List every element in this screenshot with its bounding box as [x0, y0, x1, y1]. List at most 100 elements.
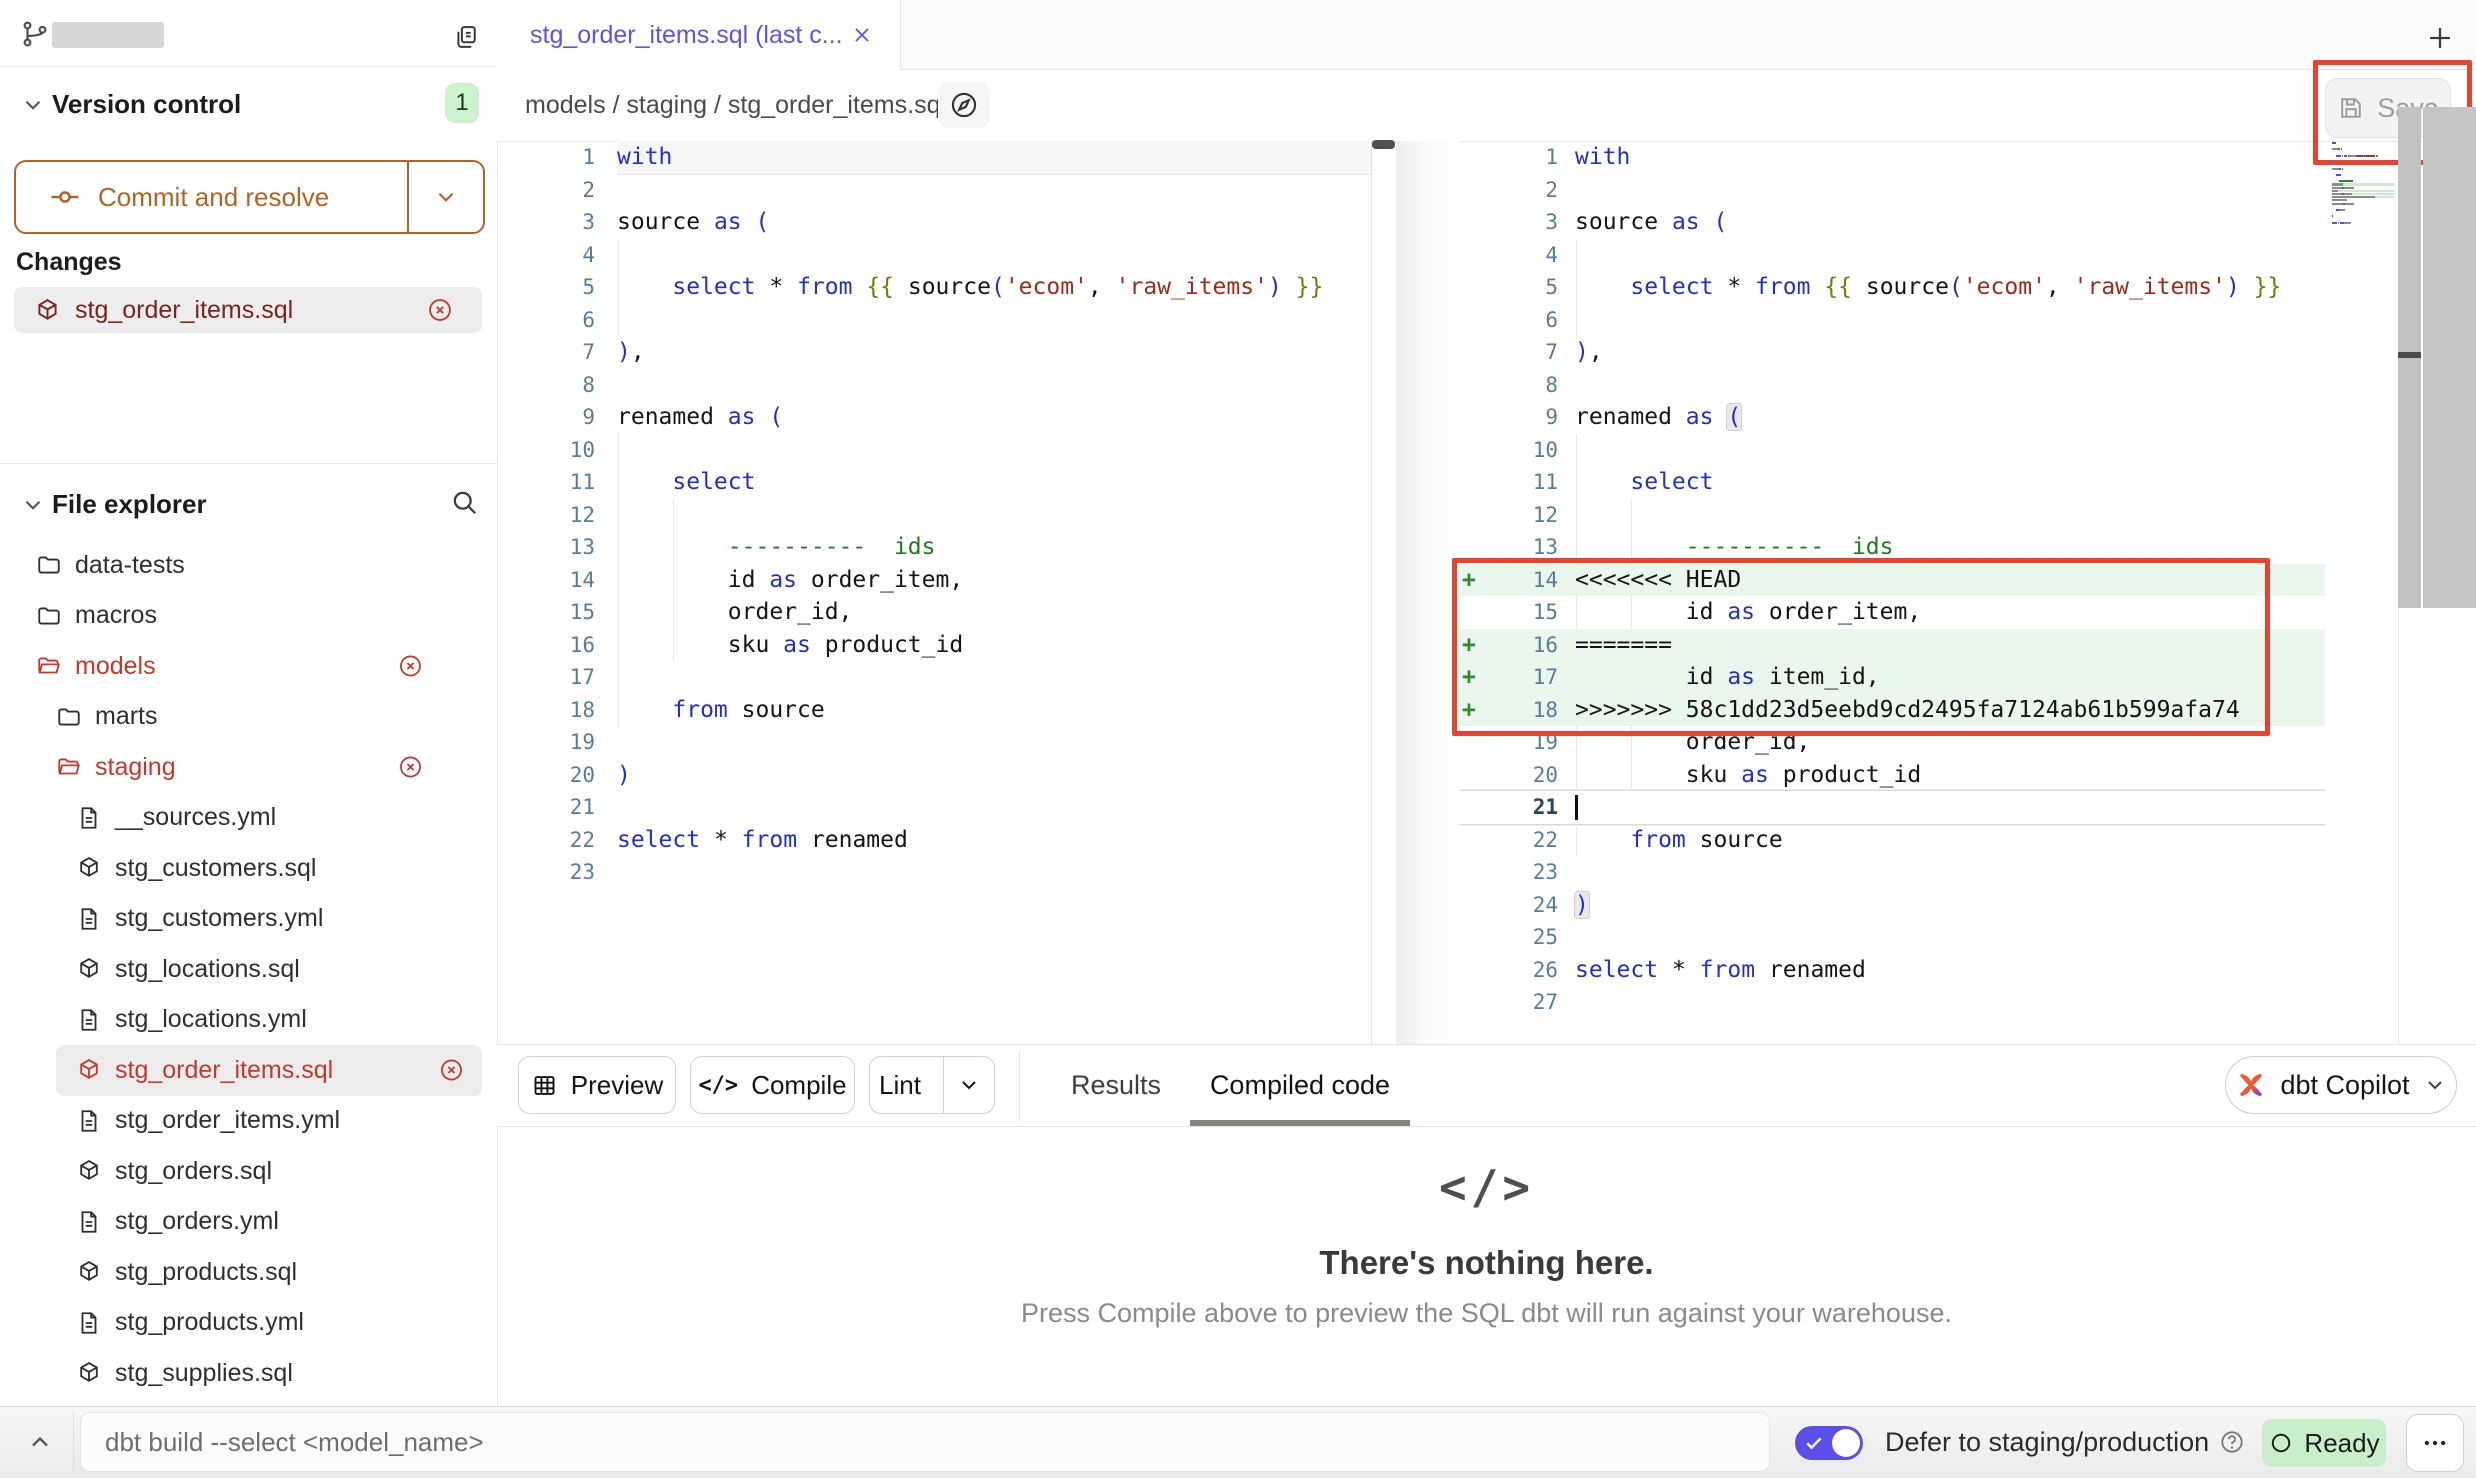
commit-and-resolve-button[interactable]: Commit and resolve — [14, 160, 485, 234]
search-icon[interactable] — [449, 487, 479, 517]
code-line-23[interactable]: 23 — [497, 856, 1372, 889]
code-line-7[interactable]: 7), — [497, 336, 1372, 369]
chevron-up-icon[interactable] — [20, 1424, 60, 1460]
file-explorer-item-stg_products.yml[interactable]: stg_products.yml — [0, 1298, 497, 1349]
code-line-7[interactable]: 7), — [1460, 336, 2325, 369]
file-explorer-item-stg_orders.yml[interactable]: stg_orders.yml — [0, 1197, 497, 1248]
code-line-22[interactable]: 22select * from renamed — [497, 824, 1372, 857]
code-line-6[interactable]: 6 — [1460, 304, 2325, 337]
commit-options-chevron[interactable] — [407, 162, 483, 232]
copy-icon[interactable] — [452, 23, 480, 51]
code-line-20[interactable]: 20 sku as product_id — [1460, 759, 2325, 792]
code-line-22[interactable]: 22 from source — [1460, 824, 2325, 857]
code-line-14[interactable]: 14 id as order_item, — [497, 564, 1372, 597]
file-name: stg_supplies.sql — [115, 1359, 293, 1388]
code-line-6[interactable]: 6 — [497, 304, 1372, 337]
code-line-1[interactable]: 1with — [1460, 141, 2325, 174]
code-line-10[interactable]: 10 — [497, 434, 1372, 467]
tab-results[interactable]: Results — [1040, 1058, 1192, 1112]
lineage-compass-icon[interactable] — [938, 82, 990, 128]
file-explorer-item-macros[interactable]: macros — [0, 591, 497, 642]
code-line-2[interactable]: 2 — [1460, 174, 2325, 207]
tab-stg-order-items[interactable]: stg_order_items.sql (last c... — [497, 0, 901, 70]
help-icon[interactable] — [2218, 1428, 2246, 1456]
file-explorer-item-staging[interactable]: staging — [0, 742, 497, 793]
code-line-9[interactable]: 9renamed as ( — [1460, 401, 2325, 434]
file-explorer-item-stg_order_items.sql[interactable]: stg_order_items.sql — [56, 1045, 482, 1096]
file-explorer-item-stg_locations.yml[interactable]: stg_locations.yml — [0, 995, 497, 1046]
tab-compiled-code[interactable]: Compiled code — [1190, 1058, 1410, 1112]
code-line-1[interactable]: 1with — [497, 141, 1372, 174]
defer-toggle[interactable] — [1795, 1426, 1863, 1460]
conflict-icon[interactable] — [397, 653, 424, 680]
preview-button[interactable]: Preview — [518, 1056, 676, 1114]
editor-scrollbar-handle[interactable] — [2398, 352, 2421, 358]
code-line-13[interactable]: 13 ---------- ids — [497, 531, 1372, 564]
code-line-9[interactable]: 9renamed as ( — [497, 401, 1372, 434]
lint-button[interactable]: Lint — [869, 1056, 995, 1114]
file-explorer-item-stg_locations.sql[interactable]: stg_locations.sql — [0, 944, 497, 995]
file-explorer-item-marts[interactable]: marts — [0, 692, 497, 743]
file-explorer-item-stg_orders.sql[interactable]: stg_orders.sql — [0, 1146, 497, 1197]
file-explorer-item-models[interactable]: models — [0, 641, 497, 692]
compile-button[interactable]: </> Compile — [690, 1056, 855, 1114]
code-line-12[interactable]: 12 — [1460, 499, 2325, 532]
lint-options-chevron[interactable] — [943, 1057, 994, 1113]
commit-icon — [48, 180, 82, 214]
file-explorer-item-stg_products.sql[interactable]: stg_products.sql — [0, 1247, 497, 1298]
code-line-3[interactable]: 3source as ( — [497, 206, 1372, 239]
editor-last-commit[interactable]: 1with23source as (45 select * from {{ so… — [497, 141, 1372, 1044]
new-tab-icon[interactable] — [2420, 18, 2460, 58]
code-line-3[interactable]: 3source as ( — [1460, 206, 2325, 239]
code-line-4[interactable]: 4 — [1460, 239, 2325, 272]
minimap[interactable] — [2332, 142, 2394, 282]
code-line-2[interactable]: 2 — [497, 174, 1372, 207]
close-icon[interactable] — [850, 23, 874, 47]
pane-divider[interactable] — [1396, 141, 1460, 1044]
code-line-12[interactable]: 12 — [497, 499, 1372, 532]
command-input[interactable]: dbt build --select <model_name> — [80, 1412, 1770, 1472]
code-line-8[interactable]: 8 — [1460, 369, 2325, 402]
code-line-11[interactable]: 11 select — [1460, 466, 2325, 499]
code-line-18[interactable]: 18 from source — [497, 694, 1372, 727]
code-line-23[interactable]: 23 — [1460, 856, 2325, 889]
file-explorer-item-stg_supplies.sql[interactable]: stg_supplies.sql — [0, 1348, 497, 1399]
code-line-10[interactable]: 10 — [1460, 434, 2325, 467]
file-explorer-item-stg_customers.sql[interactable]: stg_customers.sql — [0, 843, 497, 894]
code-line-5[interactable]: 5 select * from {{ source('ecom', 'raw_i… — [1460, 271, 2325, 304]
code-line-21[interactable]: 21 — [497, 791, 1372, 824]
code-line-4[interactable]: 4 — [497, 239, 1372, 272]
changed-file-row[interactable]: stg_order_items.sql — [14, 287, 482, 333]
code-line-19[interactable]: 19 — [497, 726, 1372, 759]
file-explorer-item-stg_customers.yml[interactable]: stg_customers.yml — [0, 894, 497, 945]
code-text — [1575, 986, 2325, 1019]
conflict-icon[interactable] — [397, 754, 424, 781]
code-line-15[interactable]: 15 order_id, — [497, 596, 1372, 629]
conflict-icon[interactable] — [426, 296, 454, 324]
code-line-8[interactable]: 8 — [497, 369, 1372, 402]
code-line-26[interactable]: 26select * from renamed — [1460, 954, 2325, 987]
code-line-17[interactable]: 17 — [497, 661, 1372, 694]
code-text: source as ( — [617, 206, 1372, 239]
line-number: 13 — [497, 535, 595, 559]
chevron-down-icon[interactable] — [20, 92, 46, 118]
code-line-24[interactable]: 24) — [1460, 889, 2325, 922]
chevron-down-icon[interactable] — [20, 492, 46, 518]
code-text — [1575, 174, 2325, 207]
code-line-20[interactable]: 20) — [497, 759, 1372, 792]
left-editor-scrollbar-thumb[interactable] — [1372, 140, 1395, 149]
window-scrollbar[interactable] — [2423, 107, 2476, 608]
more-options-button[interactable] — [2406, 1414, 2464, 1472]
file-explorer-item-data-tests[interactable]: data-tests — [0, 540, 497, 591]
file-explorer-item-stg_order_items.yml[interactable]: stg_order_items.yml — [0, 1096, 497, 1147]
code-line-27[interactable]: 27 — [1460, 986, 2325, 1019]
code-line-25[interactable]: 25 — [1460, 921, 2325, 954]
code-text — [1575, 304, 2325, 337]
dbt-copilot-button[interactable]: dbt Copilot — [2225, 1056, 2457, 1114]
code-line-21[interactable]: 21 — [1460, 791, 2325, 824]
code-line-16[interactable]: 16 sku as product_id — [497, 629, 1372, 662]
code-line-5[interactable]: 5 select * from {{ source('ecom', 'raw_i… — [497, 271, 1372, 304]
file-explorer-item-__sources.yml[interactable]: __sources.yml — [0, 793, 497, 844]
conflict-icon[interactable] — [438, 1057, 465, 1084]
code-line-11[interactable]: 11 select — [497, 466, 1372, 499]
